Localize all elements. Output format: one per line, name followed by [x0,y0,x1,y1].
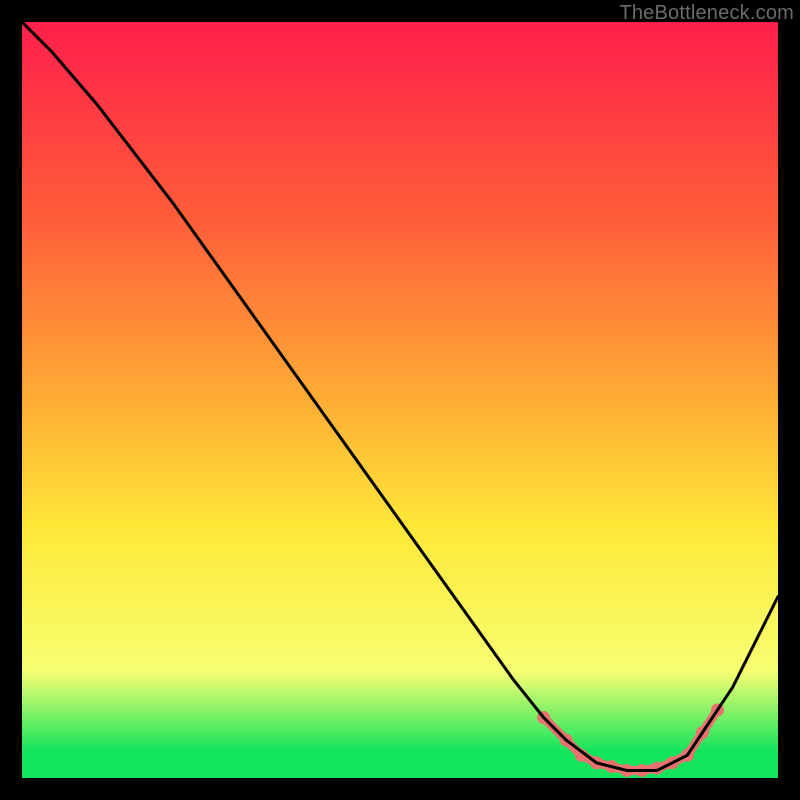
chart-stage: TheBottleneck.com [0,0,800,800]
watermark-text: TheBottleneck.com [619,2,794,25]
curve-layer [22,22,778,778]
bottleneck-curve [22,22,778,770]
plot-area [22,22,778,778]
